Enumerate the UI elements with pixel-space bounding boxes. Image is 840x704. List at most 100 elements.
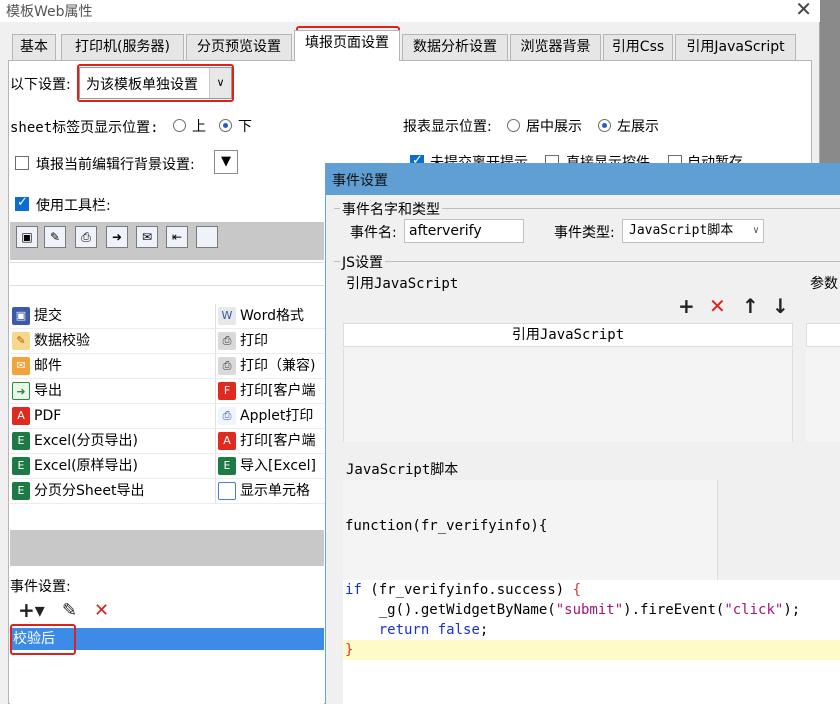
list-item: ✉ 邮件 ⎙ 打印（兼容) <box>10 354 326 379</box>
button-label: 导出 <box>34 383 62 399</box>
show-cell-option[interactable]: 显示单元格 <box>218 479 326 504</box>
event-type-label: 事件类型: <box>554 225 615 241</box>
list-item: ▣ 提交 W Word格式 <box>10 304 326 329</box>
mail-icon[interactable]: ✉ <box>136 226 158 248</box>
scope-label: 以下设置: <box>10 77 71 93</box>
function-header: function(fr_verifyinfo){ <box>345 518 548 534</box>
print-client-pdf-option[interactable]: A 打印[客户端 <box>218 429 326 454</box>
cell-icon <box>218 482 236 500</box>
print-client-button-option[interactable]: F 打印[客户端 <box>218 379 326 404</box>
add-icon[interactable]: + <box>678 296 695 316</box>
add-event-icon[interactable]: +▾ <box>18 598 45 622</box>
pdf-icon: A <box>12 407 30 425</box>
mail-icon: ✉ <box>12 357 30 375</box>
use-toolbar-checkbox[interactable] <box>15 195 29 211</box>
button-label: 显示单元格 <box>240 483 310 499</box>
code-text: ; <box>479 622 489 638</box>
excel-original-export-option[interactable]: E Excel(原样导出) <box>12 454 212 479</box>
report-left-label: 左展示 <box>617 119 659 135</box>
code-text: ).fireEvent( <box>623 602 725 618</box>
mail-button-option[interactable]: ✉ 邮件 <box>12 354 212 379</box>
tab-data-analysis[interactable]: 数据分析设置 <box>402 34 508 60</box>
close-icon[interactable]: ✕ <box>795 0 812 19</box>
edit-row-bg-checkbox[interactable] <box>15 156 29 170</box>
tab-page-preview[interactable]: 分页预览设置 <box>186 34 292 60</box>
params-header <box>806 323 840 347</box>
button-label: 邮件 <box>34 358 62 374</box>
ref-javascript-label: 引用JavaScript <box>346 276 459 292</box>
word-icon: W <box>218 307 236 325</box>
delete-icon[interactable]: ✕ <box>94 600 109 621</box>
report-center-label: 居中展示 <box>526 119 582 135</box>
print-button-option[interactable]: ⎙ 打印 <box>218 329 326 354</box>
edit-icon[interactable]: ✎ <box>62 600 77 621</box>
edit-row-bg-label: 填报当前编辑行背景设置: <box>36 157 195 173</box>
excel-page-export-option[interactable]: E Excel(分页导出) <box>12 429 212 454</box>
event-name-label: 事件名: <box>350 225 397 241</box>
button-label: 打印[客户端 <box>240 433 316 449</box>
tab-ref-javascript[interactable]: 引用JavaScript <box>675 34 796 60</box>
report-left-radio[interactable] <box>598 119 611 132</box>
tab-browser-background[interactable]: 浏览器背景 <box>510 34 601 60</box>
excel-icon: E <box>12 457 30 475</box>
sheet-export-option[interactable]: E 分页分Sheet导出 <box>12 479 212 504</box>
js-group-label: JS设置 <box>340 252 386 272</box>
event-settings-dialog: 事件设置 事件名字和类型 事件名: afterverify 事件类型: Java… <box>325 163 840 704</box>
tab-basic[interactable]: 基本 <box>12 34 56 60</box>
list-item: ✎ 数据校验 ⎙ 打印 <box>10 329 326 354</box>
tab-ref-css[interactable]: 引用Css <box>603 34 673 60</box>
tab-printer-server[interactable]: 打印机(服务器) <box>61 34 184 60</box>
import-excel-option[interactable]: E 导入[Excel] <box>218 454 326 479</box>
use-toolbar-label: 使用工具栏: <box>36 198 111 214</box>
sheet-tab-position-label: sheet标签页显示位置: <box>10 120 159 136</box>
layout-icon[interactable]: ⇤ <box>166 226 188 248</box>
highlight-scope-select <box>77 64 234 102</box>
report-center-radio[interactable] <box>507 119 520 132</box>
event-name-input[interactable]: afterverify <box>404 219 524 243</box>
save-icon[interactable]: ▣ <box>16 226 38 248</box>
applet-icon: ⎙ <box>218 407 236 425</box>
current-line-highlight <box>343 640 840 660</box>
list-item: ➜ 导出 F 打印[客户端 <box>10 379 326 404</box>
dialog-title-bar: 事件设置 <box>326 163 840 195</box>
export-icon[interactable]: ➜ <box>106 226 128 248</box>
move-up-icon[interactable]: ↑ <box>742 296 759 316</box>
sheet-tab-bottom-radio[interactable] <box>219 119 232 132</box>
blank-icon[interactable] <box>196 226 218 248</box>
submit-button-option[interactable]: ▣ 提交 <box>12 304 212 329</box>
toolbar-blank-row <box>10 262 324 286</box>
code-line-4: } <box>345 642 354 658</box>
code-editor[interactable]: if (fr_verifyinfo.success) { _g().getWid… <box>343 580 840 704</box>
applet-print-button-option[interactable]: ⎙ Applet打印 <box>218 404 326 429</box>
window-title: 模板Web属性 <box>6 4 93 20</box>
export-icon: ➜ <box>12 382 30 400</box>
validate-button-option[interactable]: ✎ 数据校验 <box>12 329 212 354</box>
tab-fill-page-settings[interactable]: 填报页面设置 <box>294 30 400 61</box>
code-keyword: false <box>429 622 480 638</box>
ref-javascript-list[interactable] <box>343 348 793 442</box>
print-icon[interactable]: ⎙ <box>75 226 97 248</box>
print-icon: ⎙ <box>218 357 236 375</box>
excel-icon: E <box>12 432 30 450</box>
params-list[interactable] <box>806 348 840 442</box>
save-icon: ▣ <box>12 307 30 325</box>
function-header-area: function(fr_verifyinfo){ <box>343 480 718 580</box>
print-compat-button-option[interactable]: ⎙ 打印（兼容) <box>218 354 326 379</box>
word-button-option[interactable]: W Word格式 <box>218 304 326 329</box>
code-text: (fr_verifyinfo.success) <box>361 582 573 598</box>
chevron-down-icon: ∨ <box>752 225 759 236</box>
code-string: "submit" <box>555 602 624 618</box>
event-type-select[interactable]: JavaScript脚本 ∨ <box>622 219 764 243</box>
params-label: 参数 <box>810 276 838 292</box>
pdf-button-option[interactable]: A PDF <box>12 404 212 429</box>
delete-icon[interactable]: ✕ <box>709 296 726 316</box>
code-brace: { <box>572 582 582 598</box>
dialog-title: 事件设置 <box>332 173 388 189</box>
event-settings-label: 事件设置: <box>10 579 71 595</box>
validate-icon[interactable]: ✎ <box>44 226 66 248</box>
paint-bucket-icon[interactable]: ▼ <box>214 150 238 174</box>
move-down-icon[interactable]: ↓ <box>772 296 789 316</box>
export-button-option[interactable]: ➜ 导出 <box>12 379 212 404</box>
sheet-tab-top-radio[interactable] <box>173 119 186 132</box>
sheet-tab-top-label: 上 <box>192 119 206 135</box>
